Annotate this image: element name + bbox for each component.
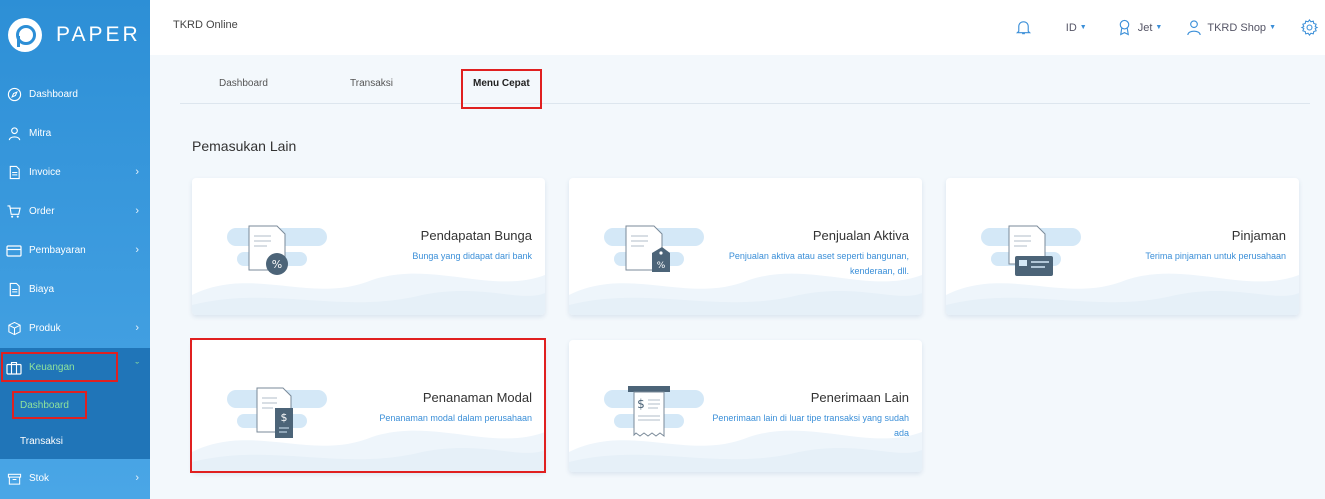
- card-description: Bunga yang didapat dari bank: [412, 251, 532, 261]
- page-title: TKRD Online: [173, 19, 238, 31]
- archive-icon: [6, 471, 22, 487]
- caret-down-icon: ▼: [1155, 24, 1163, 31]
- highlight-box: [190, 338, 546, 473]
- chevron-right-icon: ›: [135, 244, 139, 256]
- highlight-box: [461, 69, 542, 109]
- sidebar: PAPER Dashboard Mitra Invoice › Order › …: [0, 0, 150, 499]
- card-title: Penerimaan Lain: [810, 390, 909, 405]
- sidebar-item-label: Invoice: [29, 167, 61, 178]
- user-icon: [6, 126, 22, 142]
- logo[interactable]: PAPER: [0, 0, 150, 70]
- user-icon: [1187, 20, 1202, 36]
- chevron-down-icon: ˇ: [135, 361, 139, 373]
- card-penjualan-aktiva[interactable]: % Penjualan Aktiva Penjualan aktiva atau…: [569, 178, 922, 315]
- sidebar-item-label: Mitra: [29, 128, 52, 139]
- card-description: Penjualan aktiva atau aset seperti bangu…: [728, 251, 909, 276]
- document-card-icon: [981, 225, 1081, 276]
- card-text: Pendapatan Bunga Bunga yang didapat dari…: [322, 228, 532, 264]
- paper-logo-icon: [8, 18, 42, 52]
- card-description: Penerimaan lain di luar tipe transaksi y…: [712, 413, 909, 438]
- sidebar-item-label: Order: [29, 206, 55, 217]
- highlight-box: [1, 352, 118, 382]
- logo-text: PAPER: [56, 23, 141, 46]
- user-dropdown[interactable]: Jet ▼: [1117, 19, 1163, 36]
- sidebar-item-produk[interactable]: Produk ›: [0, 309, 150, 348]
- card-pinjaman[interactable]: Pinjaman Terima pinjaman untuk perusahaa…: [946, 178, 1299, 315]
- chevron-right-icon: ›: [135, 472, 139, 484]
- highlight-box: [12, 391, 87, 419]
- receipt-dollar-icon: $: [604, 386, 704, 437]
- svg-text:%: %: [657, 261, 666, 271]
- language-dropdown[interactable]: ID ▼: [1066, 22, 1087, 34]
- sidebar-item-stok[interactable]: Stok ›: [0, 459, 150, 498]
- sidebar-nav: Dashboard Mitra Invoice › Order › Pembay…: [0, 75, 150, 498]
- card-pendapatan-bunga[interactable]: % Pendapatan Bunga Bunga yang didapat da…: [192, 178, 545, 315]
- caret-down-icon: ▼: [1269, 24, 1276, 31]
- card-icon: [6, 243, 22, 259]
- topbar-actions: ID ▼ Jet ▼ TKRD Shop ▼: [1015, 0, 1325, 55]
- section-title: Pemasukan Lain: [192, 138, 297, 154]
- document-percent-icon: %: [227, 225, 327, 275]
- shop-dropdown[interactable]: TKRD Shop ▼: [1186, 19, 1276, 36]
- tab-transaksi[interactable]: Transaksi: [350, 78, 393, 89]
- card-text: Pinjaman Terima pinjaman untuk perusahaa…: [1076, 228, 1286, 264]
- user-name: Jet: [1137, 21, 1153, 34]
- card-title: Penjualan Aktiva: [812, 228, 909, 243]
- document-icon: [6, 282, 22, 298]
- compass-icon: [6, 87, 22, 103]
- sidebar-item-label: Produk: [29, 323, 61, 334]
- card-title: Pinjaman: [1231, 228, 1286, 243]
- sidebar-item-pembayaran[interactable]: Pembayaran ›: [0, 231, 150, 270]
- caret-down-icon: ▼: [1079, 24, 1087, 31]
- sidebar-item-mitra[interactable]: Mitra: [0, 114, 150, 153]
- svg-text:$: $: [637, 397, 645, 411]
- sidebar-item-label: Dashboard: [29, 89, 78, 100]
- submenu-item-transaksi[interactable]: Transaksi: [0, 423, 150, 459]
- tab-dashboard[interactable]: Dashboard: [219, 78, 268, 89]
- notification-button[interactable]: [1015, 19, 1032, 36]
- card-text: Penjualan Aktiva Penjualan aktiva atau a…: [699, 228, 909, 279]
- sidebar-item-label: Biaya: [29, 284, 55, 295]
- chevron-right-icon: ›: [135, 322, 139, 334]
- gear-icon: [1300, 19, 1319, 36]
- card-title: Pendapatan Bunga: [420, 228, 532, 243]
- svg-text:%: %: [272, 258, 282, 271]
- topbar: TKRD Online ID ▼ Jet ▼ TKRD Shop ▼: [150, 0, 1325, 55]
- sidebar-item-label: Stok: [29, 473, 50, 484]
- bell-icon: [1015, 21, 1031, 35]
- sidebar-item-order[interactable]: Order ›: [0, 192, 150, 231]
- shop-name: TKRD Shop: [1207, 21, 1267, 34]
- card-text: Penerimaan Lain Penerimaan lain di luar …: [699, 390, 909, 441]
- settings-button[interactable]: [1300, 18, 1319, 37]
- card-penerimaan-lain[interactable]: $ Penerimaan Lain Penerimaan lain di lua…: [569, 340, 922, 472]
- box-icon: [6, 321, 22, 337]
- card-description: Terima pinjaman untuk perusahaan: [1145, 251, 1286, 261]
- chevron-right-icon: ›: [135, 205, 139, 217]
- document-icon: [6, 165, 22, 181]
- award-icon: [1119, 19, 1130, 36]
- chevron-right-icon: ›: [135, 166, 139, 178]
- sidebar-item-dashboard[interactable]: Dashboard: [0, 75, 150, 114]
- cart-icon: [6, 204, 22, 220]
- sidebar-item-label: Pembayaran: [29, 245, 86, 256]
- sidebar-item-biaya[interactable]: Biaya: [0, 270, 150, 309]
- tab-bar: Dashboard Transaksi Menu Cepat: [180, 70, 1310, 104]
- language-label: ID: [1065, 21, 1077, 34]
- sidebar-item-invoice[interactable]: Invoice ›: [0, 153, 150, 192]
- document-tag-icon: %: [604, 225, 704, 272]
